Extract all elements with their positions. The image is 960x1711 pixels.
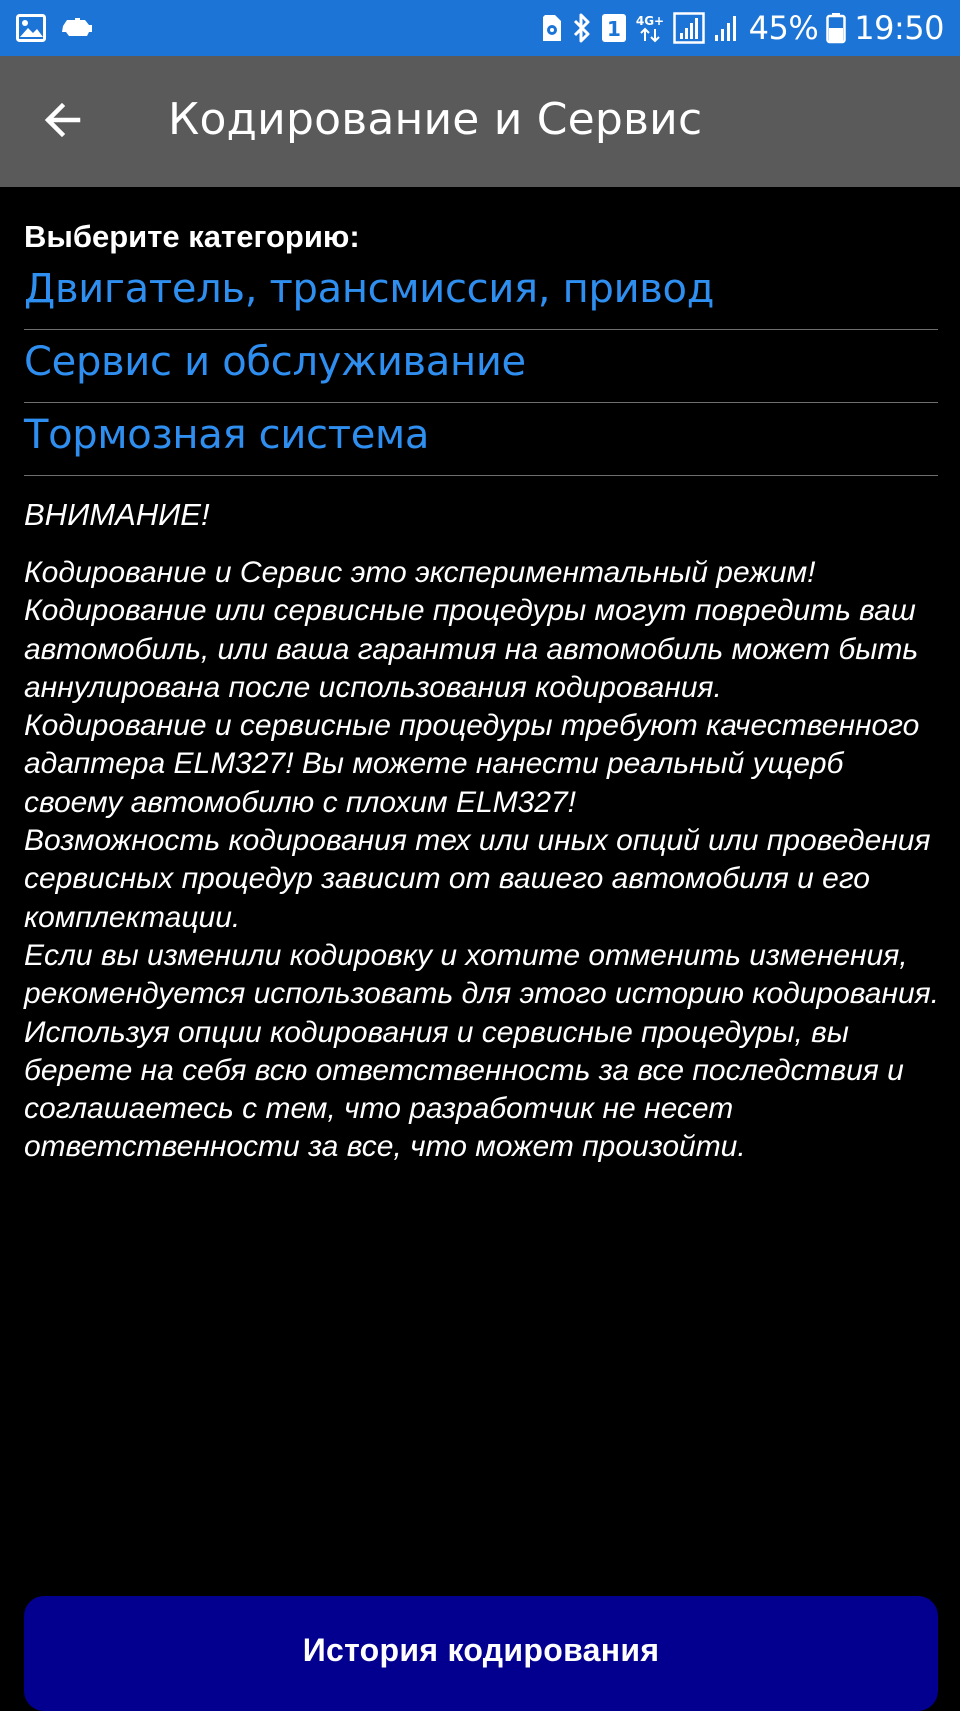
signal-icon: [713, 13, 741, 43]
arrow-left-icon: [42, 100, 82, 140]
category-item-engine[interactable]: Двигатель, трансмиссия, привод: [24, 257, 938, 330]
coding-history-button-label: История кодирования: [302, 1632, 660, 1668]
bluetooth-icon: [571, 12, 593, 44]
page-title: Кодирование и Сервис: [168, 94, 703, 145]
main-content: Выберите категорию: Двигатель, трансмисс…: [24, 187, 939, 1167]
app-bar: Кодирование и Сервис: [0, 56, 960, 187]
warning-text: Кодирование и Сервис это экспериментальн…: [24, 556, 940, 1164]
category-item-service[interactable]: Сервис и обслуживание: [24, 330, 938, 403]
clock: 19:50: [854, 9, 944, 47]
coding-history-button[interactable]: История кодирования: [24, 1596, 938, 1711]
warning-title: ВНИМАНИЕ!: [24, 497, 210, 532]
status-bar-left: [16, 14, 94, 42]
category-item-label: Сервис и обслуживание: [24, 339, 526, 385]
battery-icon: [826, 12, 847, 44]
category-list: Двигатель, трансмиссия, привод Сервис и …: [24, 257, 938, 476]
back-button[interactable]: [34, 92, 90, 148]
category-item-label: Тормозная система: [24, 412, 430, 458]
sim-icon: 1: [601, 13, 627, 43]
battery-percent: 45%: [748, 9, 819, 47]
status-bar-right: 1 4G+ 45% 19:50: [541, 9, 944, 47]
car-icon: [60, 16, 94, 40]
category-heading: Выберите категорию:: [24, 219, 360, 254]
signal-icon: [672, 12, 705, 44]
gallery-icon: [16, 14, 46, 42]
category-item-label: Двигатель, трансмиссия, привод: [24, 266, 715, 312]
category-item-brakes[interactable]: Тормозная система: [24, 403, 938, 476]
svg-text:1: 1: [607, 17, 621, 41]
svg-text:4G+: 4G+: [636, 14, 664, 28]
status-bar: 1 4G+ 45% 19:50: [0, 0, 960, 56]
network-4g-icon: 4G+: [635, 12, 665, 44]
storage-icon: [541, 13, 563, 43]
